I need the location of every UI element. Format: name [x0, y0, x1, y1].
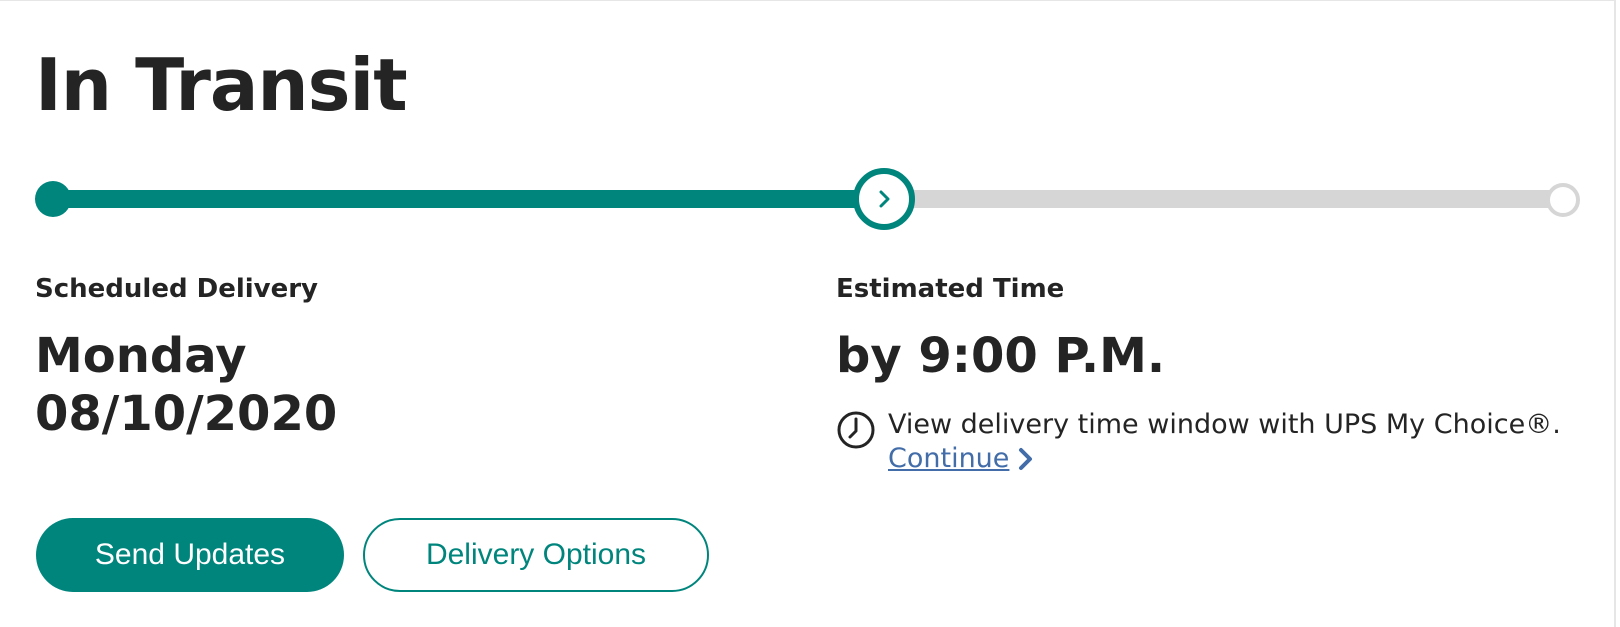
scheduled-delivery-day: Monday — [35, 328, 247, 384]
send-updates-button[interactable]: Send Updates — [36, 518, 344, 592]
scheduled-delivery-label: Scheduled Delivery — [35, 274, 319, 304]
estimated-time-value: by 9:00 P.M. — [836, 328, 1166, 384]
delivery-window-text-block: View delivery time window with UPS My Ch… — [888, 408, 1561, 476]
progress-step-in-transit — [852, 168, 915, 230]
delivery-window-text: View delivery time window with UPS My Ch… — [888, 409, 1561, 440]
chevron-right-icon — [1019, 448, 1033, 470]
delivery-window-row: View delivery time window with UPS My Ch… — [836, 408, 1561, 476]
progress-fill — [53, 190, 884, 208]
progress-step-delivered — [1546, 183, 1580, 217]
progress-step-shipped — [35, 181, 71, 217]
clock-icon — [837, 411, 875, 449]
scheduled-delivery-date: 08/10/2020 — [35, 386, 338, 442]
delivery-progress-bar — [35, 168, 1580, 230]
estimated-time-label: Estimated Time — [836, 274, 1065, 304]
chevron-right-icon — [879, 190, 889, 208]
card-right-border — [1614, 0, 1616, 627]
card-top-border — [0, 0, 1616, 1]
continue-link[interactable]: Continue — [888, 442, 1035, 476]
delivery-options-button[interactable]: Delivery Options — [363, 518, 709, 592]
status-title: In Transit — [35, 43, 408, 127]
continue-link-label: Continue — [888, 443, 1010, 474]
tracking-status-card: In Transit Scheduled Delivery Monday 08/… — [0, 0, 1620, 627]
